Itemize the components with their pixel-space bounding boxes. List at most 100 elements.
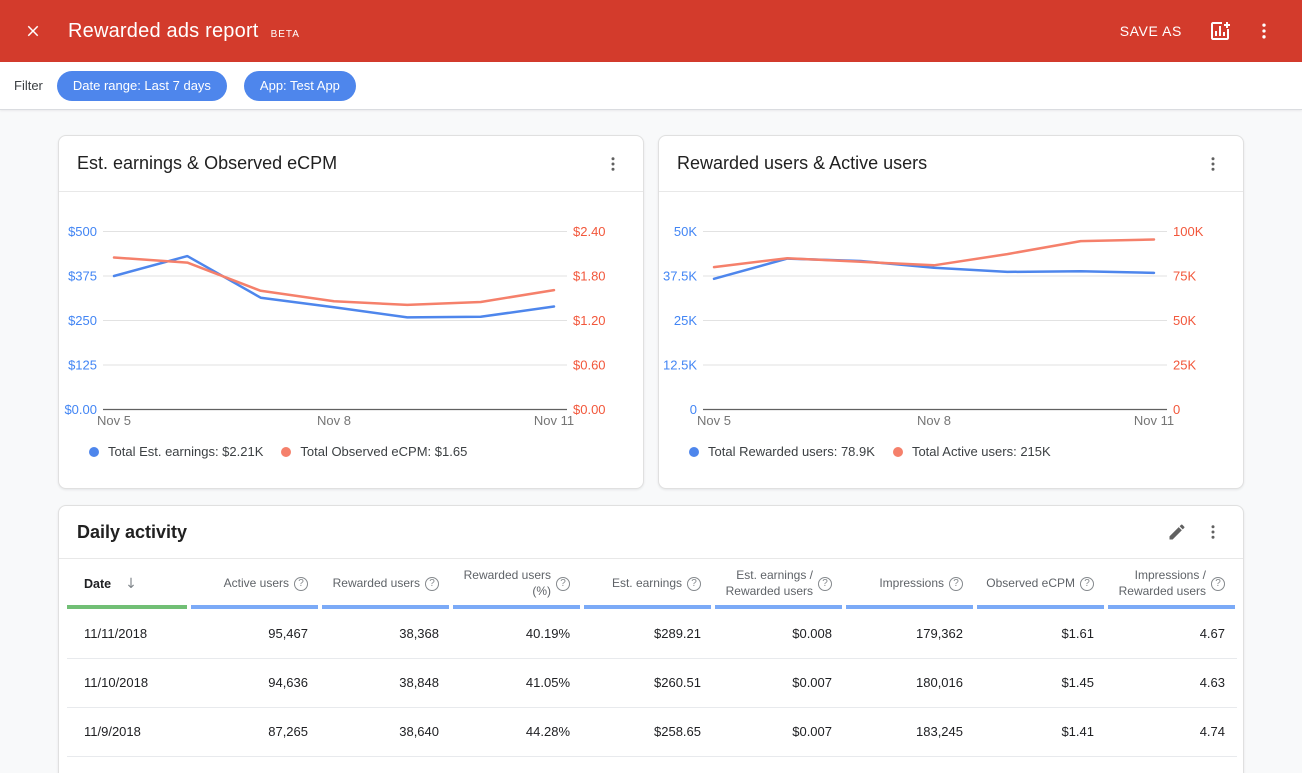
table-row: 11/10/201894,63638,84841.05%$260.51$0.00… (67, 658, 1237, 707)
column-header-impressions[interactable]: Impressions? (844, 559, 975, 609)
svg-text:100K: 100K (1173, 224, 1204, 239)
svg-text:Nov 5: Nov 5 (697, 413, 731, 428)
svg-text:$375: $375 (68, 269, 97, 284)
svg-text:37.5K: 37.5K (663, 269, 697, 284)
chart-card-1-header: Est. earnings & Observed eCPM (59, 136, 643, 192)
column-label: Impressions (879, 576, 944, 592)
column-header-est-earnings-per-rewarded-user[interactable]: Est. earnings / Rewarded users? (713, 559, 844, 609)
svg-text:Nov 5: Nov 5 (97, 413, 131, 428)
column-label: Est. earnings (612, 576, 682, 592)
help-icon[interactable]: ? (294, 577, 308, 591)
column-header-impressions-per-rewarded-user[interactable]: Impressions / Rewarded users? (1106, 559, 1237, 609)
legend-item: Total Est. earnings: $2.21K (89, 444, 263, 459)
legend-item: Total Active users: 215K (893, 444, 1051, 459)
legend-item: Total Rewarded users: 78.9K (689, 444, 875, 459)
chart-card-2-header: Rewarded users & Active users (659, 136, 1243, 192)
svg-text:$0.00: $0.00 (573, 402, 606, 417)
chart-card-1-title: Est. earnings & Observed eCPM (77, 153, 337, 174)
beta-badge: BETA (271, 29, 300, 40)
daily-activity-card: Daily activity Date↓Active users?Rewarde… (58, 505, 1244, 773)
column-header-est-earnings[interactable]: Est. earnings? (582, 559, 713, 609)
cell-est-earnings: $260.51 (582, 658, 713, 707)
column-header-rewarded-users[interactable]: Rewarded users? (320, 559, 451, 609)
chart-card-earnings-ecpm: Est. earnings & Observed eCPM $500$2.40$… (58, 135, 644, 489)
header-more-vert-icon[interactable] (1254, 21, 1274, 41)
column-header-observed-ecpm[interactable]: Observed eCPM? (975, 559, 1106, 609)
add-chart-icon[interactable] (1208, 19, 1232, 43)
legend-dot-icon (689, 447, 699, 457)
pencil-glyph (1167, 522, 1187, 542)
filter-label: Filter (14, 78, 43, 93)
legend-label: Total Est. earnings: $2.21K (108, 444, 263, 459)
column-label: Active users (224, 576, 289, 592)
help-icon[interactable]: ? (949, 577, 963, 591)
chart-legend: Total Est. earnings: $2.21K Total Observe… (59, 444, 643, 459)
cell-est-earnings-per-rewarded-user: $0.007 (713, 658, 844, 707)
svg-text:12.5K: 12.5K (663, 358, 697, 373)
cell-observed-ecpm: $1.41 (975, 707, 1106, 756)
column-header-active-users[interactable]: Active users? (189, 559, 320, 609)
table-row: 11/9/201887,26538,64044.28%$258.65$0.007… (67, 707, 1237, 756)
svg-text:Nov 8: Nov 8 (917, 413, 951, 428)
chart-card-2-more-vert-icon[interactable] (1195, 146, 1231, 182)
svg-text:$0.60: $0.60 (573, 358, 606, 373)
help-icon[interactable]: ? (556, 577, 570, 591)
legend-dot-icon (89, 447, 99, 457)
cell-impressions-per-rewarded-user: 4.74 (1106, 707, 1237, 756)
cell-rewarded-users-pct: 44.28% (451, 707, 582, 756)
cell-active-users: 87,265 (189, 707, 320, 756)
daily-activity-table: Date↓Active users?Rewarded users?Rewarde… (67, 559, 1237, 757)
svg-text:50K: 50K (1173, 313, 1196, 328)
legend-dot-icon (893, 447, 903, 457)
filter-chip-app[interactable]: App: Test App (244, 71, 356, 101)
cell-impressions: 179,362 (844, 609, 975, 658)
help-icon[interactable]: ? (1080, 577, 1094, 591)
app-header: Rewarded ads report BETA SAVE AS (0, 0, 1302, 62)
legend-dot-icon (281, 447, 291, 457)
cell-rewarded-users-pct: 40.19% (451, 609, 582, 658)
line-chart-earnings-ecpm: $500$2.40$375$1.80$250$1.20$125$0.60$0.0… (59, 192, 609, 432)
help-icon[interactable]: ? (818, 577, 832, 591)
filter-chip-date-range[interactable]: Date range: Last 7 days (57, 71, 227, 101)
column-header-date[interactable]: Date↓ (67, 559, 189, 609)
cell-est-earnings: $289.21 (582, 609, 713, 658)
save-as-button[interactable]: SAVE AS (1120, 23, 1182, 39)
svg-text:$0.00: $0.00 (64, 402, 97, 417)
cell-impressions-per-rewarded-user: 4.63 (1106, 658, 1237, 707)
table-header-row: Date↓Active users?Rewarded users?Rewarde… (67, 559, 1237, 609)
help-icon[interactable]: ? (687, 577, 701, 591)
svg-text:Nov 11: Nov 11 (534, 413, 574, 428)
svg-text:75K: 75K (1173, 269, 1196, 284)
column-header-rewarded-users-pct[interactable]: Rewarded users (%)? (451, 559, 582, 609)
close-icon[interactable] (24, 22, 42, 40)
cell-active-users: 94,636 (189, 658, 320, 707)
chart-legend: Total Rewarded users: 78.9K Total Active … (659, 444, 1243, 459)
help-icon[interactable]: ? (425, 577, 439, 591)
table-card-header: Daily activity (59, 506, 1243, 559)
help-icon[interactable]: ? (1211, 577, 1225, 591)
svg-text:25K: 25K (674, 313, 697, 328)
line-chart-rewarded-active-users: 50K100K37.5K75K25K50K12.5K25K00Nov 5Nov … (659, 192, 1209, 432)
legend-item: Total Observed eCPM: $1.65 (281, 444, 467, 459)
column-label: Rewarded users (%) (451, 568, 551, 599)
svg-text:Nov 8: Nov 8 (317, 413, 351, 428)
more-vert-glyph (1254, 21, 1274, 41)
filter-bar: Filter Date range: Last 7 days App: Test… (0, 62, 1302, 110)
chart-card-1-more-vert-icon[interactable] (595, 146, 631, 182)
page-title: Rewarded ads report (68, 20, 259, 43)
chart-card-2-title: Rewarded users & Active users (677, 153, 927, 174)
svg-text:25K: 25K (1173, 358, 1196, 373)
table-more-vert-icon[interactable] (1195, 514, 1231, 550)
cell-date: 11/9/2018 (67, 707, 189, 756)
column-label: Observed eCPM (986, 576, 1075, 592)
svg-text:$1.20: $1.20 (573, 313, 606, 328)
cell-rewarded-users: 38,848 (320, 658, 451, 707)
table-row: 11/11/201895,46738,36840.19%$289.21$0.00… (67, 609, 1237, 658)
svg-text:50K: 50K (674, 224, 697, 239)
svg-text:$125: $125 (68, 358, 97, 373)
edit-pencil-icon[interactable] (1159, 514, 1195, 550)
cell-date: 11/10/2018 (67, 658, 189, 707)
cell-est-earnings-per-rewarded-user: $0.008 (713, 609, 844, 658)
sort-descending-icon[interactable]: ↓ (125, 575, 137, 593)
cell-rewarded-users: 38,640 (320, 707, 451, 756)
